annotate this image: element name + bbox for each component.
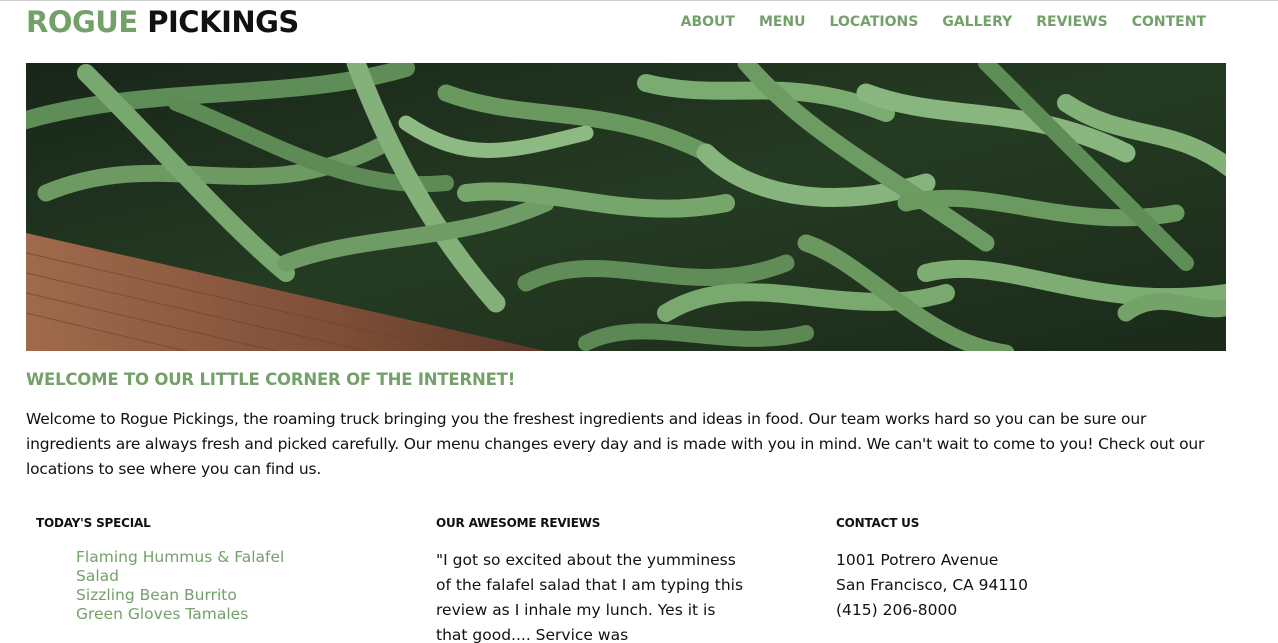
nav-about[interactable]: ABOUT <box>681 14 735 30</box>
hero-image <box>26 63 1226 351</box>
special-link[interactable]: Flaming Hummus & Falafel Salad <box>76 548 316 586</box>
nav-menu[interactable]: MENU <box>759 14 806 30</box>
review-text: "I got so excited about the yumminess of… <box>436 551 744 643</box>
welcome-text: Welcome to Rogue Pickings, the roaming t… <box>26 410 1205 478</box>
main-nav: ABOUT MENU LOCATIONS GALLERY REVIEWS CON… <box>681 14 1206 30</box>
todays-special-section: TODAY'S SPECIAL Flaming Hummus & Falafel… <box>36 516 396 624</box>
nav-reviews[interactable]: REVIEWS <box>1036 14 1107 30</box>
todays-special-title: TODAY'S SPECIAL <box>36 516 151 530</box>
special-item: Flaming Hummus & Falafel Salad <box>76 548 316 586</box>
special-link[interactable]: Sizzling Bean Burrito <box>76 586 316 605</box>
special-link[interactable]: Green Gloves Tamales <box>76 605 316 624</box>
specials-list: Flaming Hummus & Falafel Salad Sizzling … <box>36 548 316 624</box>
logo-rogue: ROGUE <box>26 5 138 39</box>
green-beans-photo-icon <box>26 63 1226 351</box>
reviews-section: OUR AWESOME REVIEWS "I got so excited ab… <box>436 516 796 643</box>
special-item: Sizzling Bean Burrito <box>76 586 316 605</box>
nav-locations[interactable]: LOCATIONS <box>830 14 919 30</box>
welcome-heading: WELCOME TO OUR LITTLE CORNER OF THE INTE… <box>26 370 516 389</box>
address-line-2: San Francisco, CA 94110 <box>836 576 1028 594</box>
site-logo[interactable]: ROGUE PICKINGS <box>26 3 299 41</box>
logo-pickings: PICKINGS <box>147 5 299 39</box>
address-line-1: 1001 Potrero Avenue <box>836 551 999 569</box>
reviews-title: OUR AWESOME REVIEWS <box>436 516 601 530</box>
nav-gallery[interactable]: GALLERY <box>942 14 1012 30</box>
contact-section: CONTACT US 1001 Potrero Avenue San Franc… <box>836 516 1196 623</box>
contact-title: CONTACT US <box>836 516 920 530</box>
phone-number[interactable]: (415) 206-8000 <box>836 598 1196 623</box>
special-item: Green Gloves Tamales <box>76 605 316 624</box>
nav-content[interactable]: CONTENT <box>1132 14 1206 30</box>
